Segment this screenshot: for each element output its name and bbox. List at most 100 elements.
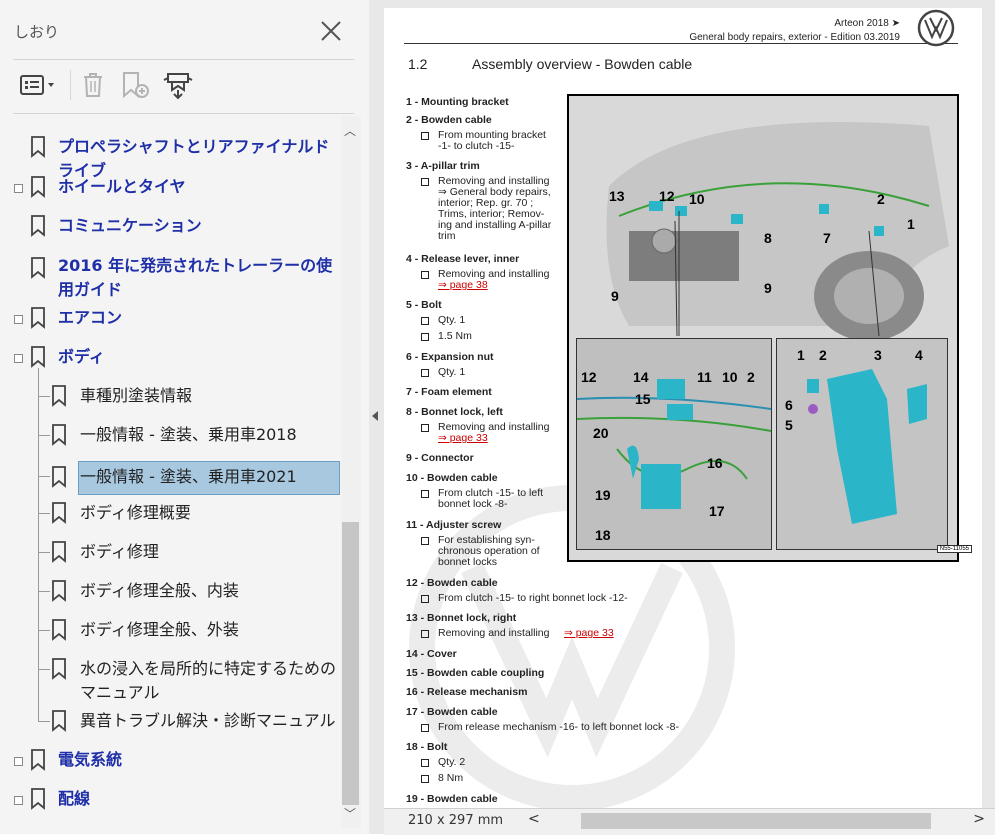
bookmark-item-selected[interactable]: 一般情報 - 塗装、乗用車2021 bbox=[0, 461, 340, 495]
scrollbar-thumb[interactable] bbox=[342, 522, 359, 805]
bookmark-item[interactable]: ボディ修理 bbox=[0, 539, 340, 565]
bookmark-icon bbox=[52, 466, 66, 488]
bookmark-icon bbox=[52, 580, 66, 602]
bookmark-item[interactable]: ボディ修理全般、外装 bbox=[0, 617, 340, 643]
legend-entry-title: 8 - Bonnet lock, left bbox=[406, 406, 503, 418]
bookmark-icon bbox=[52, 710, 66, 732]
bookmark-icon bbox=[31, 215, 45, 237]
expand-toggle[interactable] bbox=[14, 757, 23, 766]
bookmark-icon bbox=[52, 658, 66, 680]
tree-line bbox=[38, 396, 50, 397]
callout: 2 bbox=[819, 347, 827, 363]
callout: 17 bbox=[709, 503, 725, 519]
bookmark-item[interactable]: エアコン bbox=[0, 305, 340, 331]
bookmark-item[interactable]: 水の浸入を局所的に特定するためのマニュアル bbox=[0, 656, 340, 706]
bookmark-label: ボディ修理 bbox=[80, 542, 159, 561]
legend-entry-title: 16 - Release mechanism bbox=[406, 686, 528, 698]
legend-entry-title: 5 - Bolt bbox=[406, 299, 442, 311]
bookmark-item[interactable]: 2016 年に発売されたトレーラーの使用ガイド bbox=[0, 253, 340, 303]
bookmark-label: 異音トラブル解決・診断マニュアル bbox=[80, 711, 336, 730]
bookmark-item[interactable]: プロペラシャフトとリアファイナルドライブ bbox=[0, 134, 340, 180]
legend-entry-title: 9 - Connector bbox=[406, 452, 474, 464]
bullet-square bbox=[421, 630, 429, 638]
expand-toggle[interactable] bbox=[14, 796, 23, 805]
bookmark-label: ホイールとタイヤ bbox=[58, 177, 186, 196]
toolbar-divider bbox=[70, 70, 71, 100]
page-link[interactable]: ⇒ page 33 bbox=[438, 433, 488, 444]
callout: 15 bbox=[635, 391, 651, 407]
scroll-right-button[interactable]: > bbox=[973, 811, 985, 827]
callout: 8 bbox=[764, 230, 772, 246]
new-bookmark-icon[interactable] bbox=[118, 68, 154, 102]
bookmark-icon bbox=[31, 749, 45, 771]
bullet-square bbox=[421, 537, 429, 545]
page-link[interactable]: ⇒ page 33 bbox=[564, 628, 614, 639]
chevron-up-icon[interactable]: ︿ bbox=[344, 122, 356, 139]
scroll-left-button[interactable]: < bbox=[528, 811, 540, 827]
bullet-square bbox=[421, 724, 429, 732]
callout: 4 bbox=[915, 347, 923, 363]
legend-entry-title: 15 - Bowden cable coupling bbox=[406, 667, 545, 679]
callout: 2 bbox=[877, 191, 885, 207]
legend-entry-title: 13 - Bonnet lock, right bbox=[406, 612, 517, 624]
collapse-toggle[interactable] bbox=[14, 354, 23, 363]
legend-entry-title: 6 - Expansion nut bbox=[406, 351, 494, 363]
panel-title: しおり bbox=[14, 23, 60, 41]
bookmark-item[interactable]: コミュニケーション bbox=[0, 213, 340, 239]
legend-entry-title: 1 - Mounting bracket bbox=[406, 96, 509, 108]
horizontal-scrollbar-thumb[interactable] bbox=[581, 813, 931, 829]
legend-entry-title: 10 - Bowden cable bbox=[406, 472, 498, 484]
legend-entry-detail: 1.5 Nm bbox=[438, 330, 472, 342]
bookmark-item[interactable]: 電気系統 bbox=[0, 747, 340, 773]
bookmark-label: エアコン bbox=[58, 308, 123, 327]
page-size-label: 210 x 297 mm bbox=[408, 813, 504, 828]
header-edition: General body repairs, exterior - Edition… bbox=[689, 32, 900, 43]
bullet-square bbox=[421, 178, 429, 186]
bookmarks-panel: しおり ˄˄ プロペラシャフトとリアファイナルドライブ ホイールとタイヤ コミュ… bbox=[0, 0, 369, 834]
bookmark-item[interactable]: 異音トラブル解決・診断マニュアル bbox=[0, 708, 340, 734]
bookmark-label: ボディ修理全般、外装 bbox=[80, 620, 239, 639]
bookmark-tree: ˄˄ プロペラシャフトとリアファイナルドライブ ホイールとタイヤ コミュニケーシ… bbox=[0, 116, 340, 826]
expand-toggle[interactable] bbox=[14, 315, 23, 324]
legend-entry-detail: Qty. 2 bbox=[438, 756, 466, 768]
callout: 2 bbox=[747, 369, 755, 385]
bookmark-item[interactable]: ボディ bbox=[0, 344, 340, 370]
bookmark-label: ボディ修理全般、内装 bbox=[80, 581, 239, 600]
bookmark-icon bbox=[31, 136, 45, 158]
callout: 12 bbox=[659, 188, 675, 204]
chevron-up-icon: ˄˄ bbox=[30, 116, 42, 126]
bookmark-icon bbox=[31, 346, 45, 368]
bookmark-icon bbox=[31, 257, 45, 279]
list-options-icon[interactable] bbox=[16, 68, 62, 102]
legend-entry-title: 7 - Foam element bbox=[406, 386, 492, 398]
trash-icon[interactable] bbox=[78, 68, 108, 102]
legend-entry-title: 2 - Bowden cable bbox=[406, 114, 492, 126]
expand-toggle[interactable] bbox=[14, 184, 23, 193]
divider bbox=[13, 113, 354, 114]
bookmark-label: 配線 bbox=[58, 789, 91, 808]
close-icon[interactable] bbox=[318, 18, 344, 44]
callout: 3 bbox=[874, 347, 882, 363]
legend-entry-title: 12 - Bowden cable bbox=[406, 577, 498, 589]
chevron-down-icon[interactable]: ﹀ bbox=[344, 805, 356, 822]
expand-bookmark-icon[interactable] bbox=[160, 68, 196, 102]
bookmark-item[interactable]: ボディ修理全般、内装 bbox=[0, 578, 340, 604]
bookmark-item[interactable]: ホイールとタイヤ bbox=[0, 174, 340, 200]
bookmark-item[interactable]: 車種別塗装情報 bbox=[0, 383, 340, 409]
collapse-panel-icon[interactable] bbox=[372, 411, 378, 421]
tree-line bbox=[38, 630, 50, 631]
legend-entry-detail: Qty. 1 bbox=[438, 366, 466, 378]
bookmark-item[interactable]: 配線 bbox=[0, 786, 340, 812]
page-link[interactable]: ⇒ page 38 bbox=[438, 280, 488, 291]
bullet-square bbox=[421, 490, 429, 498]
bullet-square bbox=[421, 759, 429, 767]
status-bar: 210 x 297 mm < > bbox=[384, 808, 995, 835]
legend-entry-detail: From clutch -15- to right bonnet lock -1… bbox=[438, 592, 628, 604]
legend-entry-detail: 8 Nm bbox=[438, 772, 464, 784]
legend-entry-title: 14 - Cover bbox=[406, 648, 457, 660]
bookmark-item[interactable]: 一般情報 - 塗装、乗用車2018 bbox=[0, 422, 340, 448]
bookmark-item[interactable]: ボディ修理概要 bbox=[0, 500, 340, 526]
legend-entry-title: 3 - A-pillar trim bbox=[406, 160, 480, 172]
legend-entry-title: 4 - Release lever, inner bbox=[406, 253, 520, 265]
bullet-square bbox=[421, 369, 429, 377]
